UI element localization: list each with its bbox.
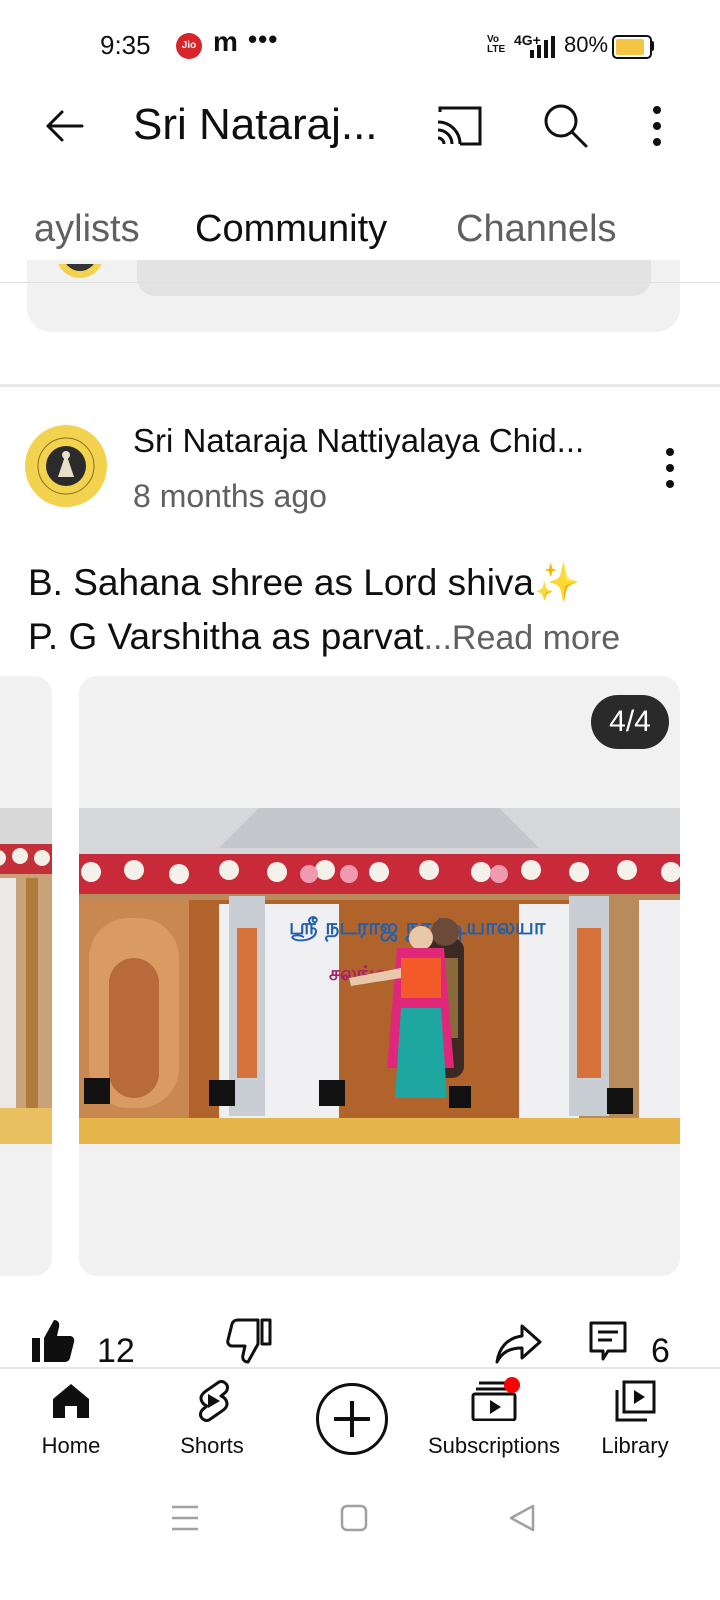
tab-playlists[interactable]: aylists (34, 208, 140, 251)
nav-shorts[interactable]: Shorts (142, 1367, 282, 1477)
cast-icon[interactable] (434, 104, 484, 148)
home-icon (53, 1384, 89, 1418)
post-text[interactable]: B. Sahana shree as Lord shiva✨ P. G Vars… (28, 556, 620, 665)
tab-channels[interactable]: Channels (456, 208, 617, 251)
like-count: 12 (97, 1332, 135, 1370)
notification-dot (504, 1377, 520, 1393)
post-line-1: B. Sahana shree as Lord shiva (28, 562, 534, 603)
image-counter-badge: 4/4 (591, 695, 669, 749)
recents-icon[interactable] (170, 1504, 200, 1532)
previous-image-card[interactable] (0, 676, 52, 1276)
nav-label-home: Home (41, 1433, 101, 1458)
home-system-icon[interactable] (340, 1504, 368, 1532)
comment-count: 6 (651, 1332, 670, 1370)
nav-subscriptions[interactable]: Subscriptions (424, 1367, 564, 1477)
previous-image (0, 808, 52, 1144)
back-system-icon[interactable] (508, 1504, 536, 1532)
dislike-icon[interactable] (226, 1318, 272, 1364)
read-more-link[interactable]: ...Read more (424, 619, 621, 657)
avatar-logo (26, 426, 106, 506)
volte-icon: Vo LTE (487, 34, 506, 55)
status-time: 9:35 (100, 30, 151, 60)
battery-icon (612, 35, 652, 59)
jio-icon: Jio (176, 33, 202, 59)
post-more-icon[interactable] (660, 446, 680, 490)
library-icon (615, 1380, 656, 1422)
nav-label-shorts: Shorts (180, 1433, 244, 1458)
app-notification-icon: m (213, 26, 238, 57)
post-timestamp: 8 months ago (133, 478, 327, 514)
tabs-divider (0, 282, 720, 283)
previous-post-input[interactable] (137, 260, 651, 296)
nav-label-subscriptions: Subscriptions (427, 1433, 561, 1458)
battery-percent: 80% (564, 32, 609, 57)
back-arrow-icon[interactable] (40, 102, 88, 150)
status-bar: 9:35 Jio m ••• Vo LTE 4G+ 80% (0, 0, 720, 90)
more-notifications-icon: ••• (248, 24, 279, 54)
comment-icon[interactable] (588, 1320, 628, 1364)
post-line-2: P. G Varshitha as parvat (28, 616, 424, 657)
nav-home[interactable]: Home (1, 1367, 141, 1477)
avatar (58, 264, 102, 278)
share-icon[interactable] (494, 1322, 544, 1366)
sparkle-icon: ✨ (534, 562, 581, 603)
channel-title: Sri Nataraj... (133, 100, 378, 149)
post-author[interactable]: Sri Nataraja Nattiyalaya Chid... (133, 422, 584, 460)
channel-avatar[interactable] (25, 425, 107, 507)
tab-community[interactable]: Community (195, 208, 387, 251)
post-divider (0, 384, 720, 387)
search-icon[interactable] (540, 100, 590, 150)
like-icon[interactable] (30, 1318, 76, 1364)
signal-icon (530, 36, 555, 58)
post-image-card[interactable]: ஸ்ரீ நடராஜ நாட்டியாலயா சலங்கை விழா (79, 676, 680, 1276)
shorts-icon (199, 1380, 229, 1422)
post-image: ஸ்ரீ நடராஜ நாட்டியாலயா சலங்கை விழா (79, 808, 680, 1144)
nav-library[interactable]: Library (565, 1367, 705, 1477)
nav-label-library: Library (601, 1433, 669, 1458)
create-icon[interactable] (316, 1383, 388, 1455)
system-navigation-bar (0, 1480, 720, 1600)
more-vert-icon[interactable] (640, 103, 674, 149)
